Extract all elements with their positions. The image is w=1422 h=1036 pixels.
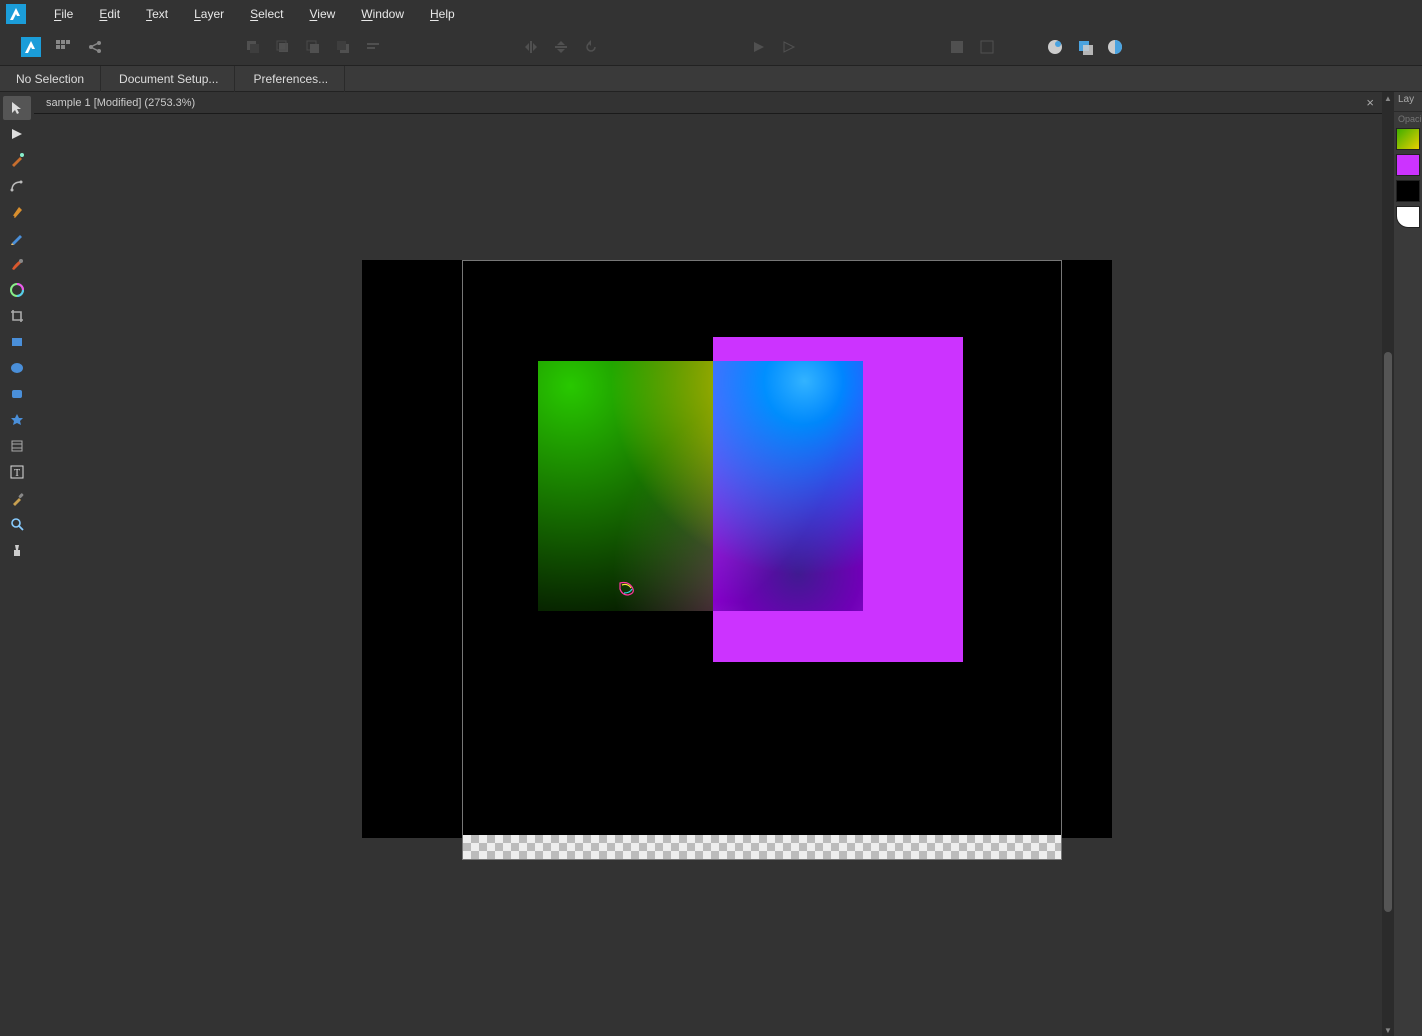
move-back-icon [240, 34, 266, 60]
context-document-setup[interactable]: Document Setup... [103, 66, 235, 92]
menu-layer[interactable]: Layer [182, 3, 236, 25]
transparency-checker [463, 835, 1061, 859]
artboard [462, 260, 1062, 860]
persona-designer-icon[interactable] [18, 34, 44, 60]
layer-swatch-black[interactable] [1396, 180, 1420, 202]
zoom-tool[interactable] [3, 512, 31, 536]
context-no-selection: No Selection [0, 66, 101, 92]
rotate-ccw-icon [578, 34, 604, 60]
transform-group [518, 34, 604, 60]
corner-tool[interactable] [3, 174, 31, 198]
insert-behind-icon [776, 34, 802, 60]
document-area: sample 1 [Modified] (2753.3%) × [34, 92, 1382, 1036]
insert-group [746, 34, 802, 60]
rounded-rect-tool[interactable] [3, 382, 31, 406]
view-mode-group [1042, 34, 1128, 60]
menu-help[interactable]: Help [418, 3, 467, 25]
context-preferences[interactable]: Preferences... [237, 66, 345, 92]
point-transform-tool[interactable] [3, 148, 31, 172]
move-tool[interactable] [3, 96, 31, 120]
vertical-scrollbar[interactable]: ▲ ▼ [1382, 92, 1394, 1036]
layers-panel: Lay Opaci [1394, 92, 1422, 1036]
menu-view[interactable]: View [297, 3, 347, 25]
asset-2-icon [974, 34, 1000, 60]
document-tab-label: sample 1 [Modified] (2753.3%) [46, 93, 195, 113]
tool-strip: T [0, 92, 34, 1036]
insert-target-icon [746, 34, 772, 60]
flip-h-icon [518, 34, 544, 60]
menu-text[interactable]: Text [134, 3, 180, 25]
rectangle-tool[interactable] [3, 330, 31, 354]
menu-select[interactable]: Select [238, 3, 295, 25]
menu-window[interactable]: Window [349, 3, 416, 25]
view-mode-2-icon[interactable] [1072, 34, 1098, 60]
share-icon[interactable] [82, 34, 108, 60]
scroll-down-icon[interactable]: ▼ [1382, 1024, 1394, 1036]
asset-1-icon [944, 34, 970, 60]
align-icon [360, 34, 386, 60]
artboard-tool[interactable] [3, 434, 31, 458]
main-toolbar [0, 28, 1422, 66]
pen-tool[interactable] [3, 200, 31, 224]
brush-tool[interactable] [3, 252, 31, 276]
ellipse-tool[interactable] [3, 356, 31, 380]
document-tab[interactable]: sample 1 [Modified] (2753.3%) [34, 93, 207, 113]
move-forward-icon [300, 34, 326, 60]
text-tool[interactable]: T [3, 460, 31, 484]
view-tool[interactable] [3, 538, 31, 562]
menu-edit[interactable]: Edit [87, 3, 132, 25]
opacity-label: Opaci [1394, 112, 1422, 126]
snapping-icon[interactable] [50, 34, 76, 60]
svg-text:T: T [14, 468, 20, 479]
view-mode-1-icon[interactable] [1042, 34, 1068, 60]
move-front-icon [330, 34, 356, 60]
layers-panel-tab[interactable]: Lay [1394, 92, 1422, 112]
layer-swatch-magenta[interactable] [1396, 154, 1420, 176]
crop-tool[interactable] [3, 304, 31, 328]
app-logo-icon [6, 4, 26, 24]
star-tool[interactable] [3, 408, 31, 432]
scroll-up-icon[interactable]: ▲ [1382, 92, 1394, 104]
arrange-group [240, 34, 386, 60]
move-backward-icon [270, 34, 296, 60]
menu-file[interactable]: File [42, 3, 85, 25]
pencil-tool[interactable] [3, 226, 31, 250]
node-tool[interactable] [3, 122, 31, 146]
menu-bar: File Edit Text Layer Select View Window … [0, 0, 1422, 28]
fill-tool[interactable] [3, 278, 31, 302]
assets-group [944, 34, 1000, 60]
flip-v-icon [548, 34, 574, 60]
eyedropper-tool[interactable] [3, 486, 31, 510]
context-toolbar: No Selection Document Setup... Preferenc… [0, 66, 1422, 92]
view-mode-3-icon[interactable] [1102, 34, 1128, 60]
layer-swatch-white[interactable] [1396, 206, 1420, 228]
scrollbar-thumb[interactable] [1384, 352, 1392, 912]
layer-swatch-gradient[interactable] [1396, 128, 1420, 150]
canvas[interactable] [34, 114, 1382, 1036]
document-tab-bar: sample 1 [Modified] (2753.3%) × [34, 92, 1382, 114]
shape-gradient-rect[interactable] [538, 361, 863, 611]
document-close-button[interactable]: × [1358, 95, 1382, 110]
